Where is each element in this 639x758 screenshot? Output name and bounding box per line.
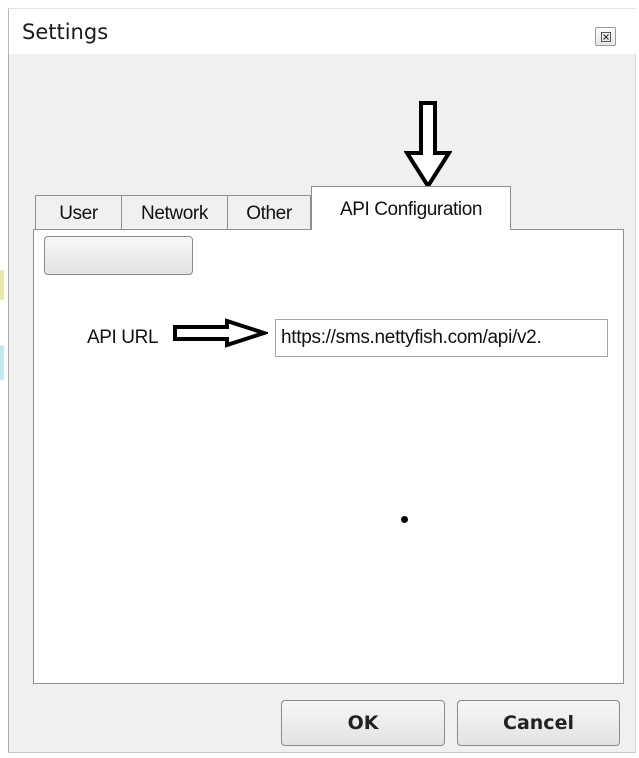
tab-panel-api-configuration <box>33 229 624 684</box>
tab-user[interactable]: User <box>35 195 122 229</box>
window-title: Settings <box>22 20 109 44</box>
ok-button[interactable]: OK <box>281 700 445 746</box>
api-url-input[interactable] <box>275 319 608 357</box>
tab-api-configuration[interactable]: API Configuration <box>311 186 511 230</box>
background-bleed-yellow <box>0 270 4 300</box>
tab-other[interactable]: Other <box>227 195 311 229</box>
background-bleed-cyan <box>0 345 4 380</box>
settings-window: Settings User Network Other API Configur… <box>0 0 639 758</box>
unlabeled-button[interactable] <box>44 236 193 275</box>
cancel-button[interactable]: Cancel <box>457 700 620 746</box>
arrow-down-annotation-icon <box>403 101 453 194</box>
stray-dot <box>401 516 408 523</box>
tab-network[interactable]: Network <box>121 195 228 229</box>
close-button[interactable] <box>595 27 616 46</box>
arrow-right-annotation-icon <box>172 318 271 353</box>
api-url-label: API URL <box>87 327 159 348</box>
